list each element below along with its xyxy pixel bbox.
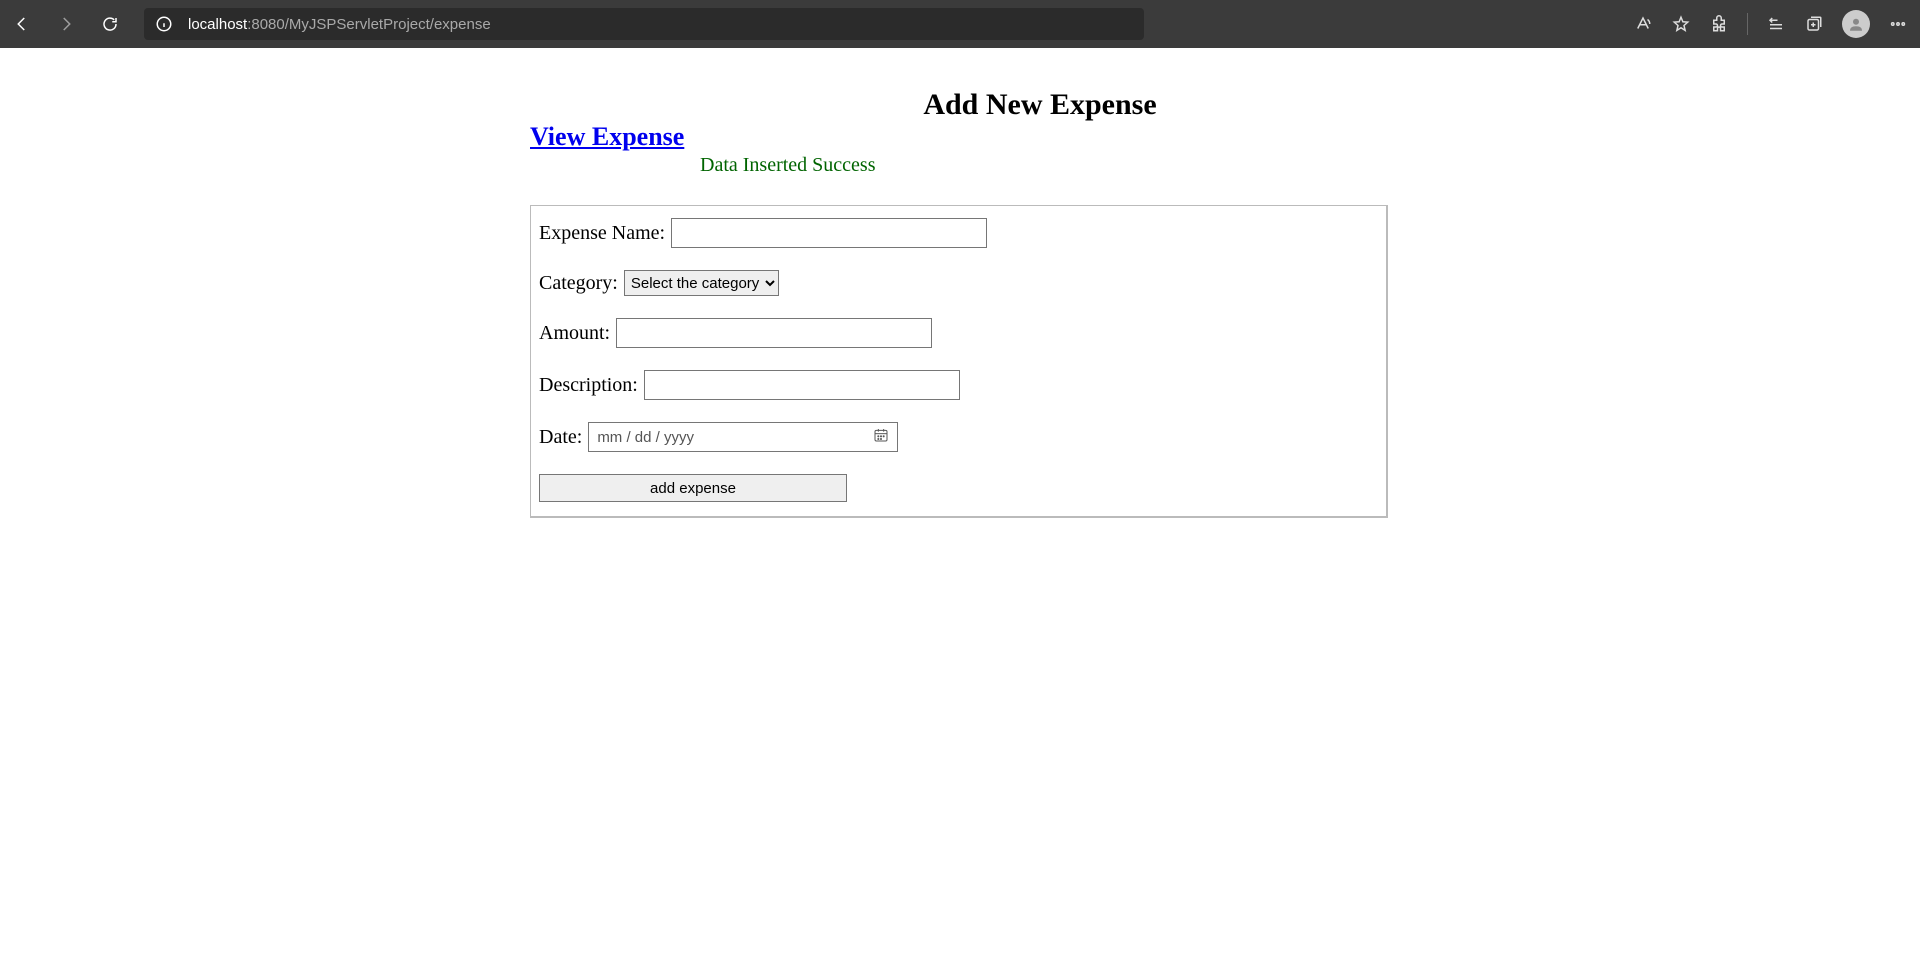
description-label: Description:: [539, 374, 638, 397]
favorites-list-icon[interactable]: [1766, 14, 1786, 34]
toolbar-divider: [1747, 13, 1748, 35]
category-label: Category:: [539, 272, 618, 295]
category-select[interactable]: Select the category: [624, 270, 779, 296]
url-path: :8080/MyJSPServletProject/expense: [247, 16, 490, 33]
back-button[interactable]: [12, 14, 32, 34]
refresh-button[interactable]: [100, 14, 120, 34]
page-content: Add New Expense View Expense Data Insert…: [0, 48, 1920, 518]
favorite-star-icon[interactable]: [1671, 14, 1691, 34]
profile-avatar[interactable]: [1842, 10, 1870, 38]
read-aloud-icon[interactable]: [1633, 14, 1653, 34]
amount-label: Amount:: [539, 322, 610, 345]
view-expense-link[interactable]: View Expense: [530, 122, 684, 152]
date-input[interactable]: mm / dd / yyyy: [588, 422, 898, 452]
expense-name-label: Expense Name:: [539, 222, 665, 245]
page-title: Add New Expense: [690, 88, 1390, 122]
expense-name-input[interactable]: [671, 218, 987, 248]
status-message: Data Inserted Success: [700, 154, 1390, 177]
address-bar[interactable]: localhost:8080/MyJSPServletProject/expen…: [144, 8, 1144, 40]
url-host: localhost: [188, 16, 247, 33]
date-label: Date:: [539, 426, 582, 449]
forward-button[interactable]: [56, 14, 76, 34]
more-menu-icon[interactable]: [1888, 14, 1908, 34]
description-input[interactable]: [644, 370, 960, 400]
site-info-icon[interactable]: [154, 14, 174, 34]
collections-icon[interactable]: [1804, 14, 1824, 34]
expense-form: Expense Name: Category: Select the categ…: [530, 205, 1388, 518]
add-expense-button[interactable]: add expense: [539, 474, 847, 502]
amount-input[interactable]: [616, 318, 932, 348]
browser-toolbar: localhost:8080/MyJSPServletProject/expen…: [0, 0, 1920, 48]
calendar-icon[interactable]: [873, 427, 889, 447]
date-placeholder-text: mm / dd / yyyy: [597, 429, 694, 446]
extensions-icon[interactable]: [1709, 14, 1729, 34]
